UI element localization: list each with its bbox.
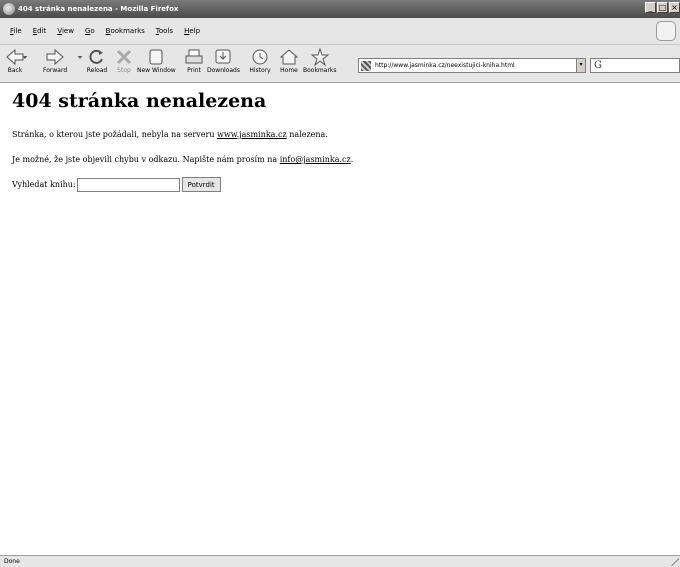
star-icon bbox=[310, 47, 330, 67]
printer-icon bbox=[185, 49, 203, 64]
close-button[interactable]: × bbox=[669, 2, 680, 13]
window-controls: _ □ × bbox=[645, 2, 680, 13]
menu-edit[interactable]: Edit bbox=[33, 27, 47, 35]
status-bar: Done bbox=[0, 555, 680, 567]
status-text: Done bbox=[4, 558, 20, 565]
menu-bookmarks[interactable]: Bookmarks bbox=[106, 27, 145, 35]
search-engine-box[interactable]: G bbox=[590, 58, 680, 73]
downloads-button[interactable]: Downloads bbox=[207, 47, 240, 74]
contact-message: Je možné, že jste objevili chybu v odkaz… bbox=[12, 155, 354, 164]
home-icon bbox=[279, 49, 299, 65]
clock-icon bbox=[252, 49, 268, 65]
submit-button[interactable]: Potvrdit bbox=[181, 177, 221, 192]
home-button[interactable]: Home bbox=[278, 47, 300, 74]
window-title: 404 stránka nenalezena - Mozilla Firefox bbox=[18, 5, 179, 13]
url-dropdown-button[interactable]: ▾ bbox=[576, 58, 586, 73]
site-favicon-icon bbox=[361, 60, 371, 71]
minimize-button[interactable]: _ bbox=[645, 2, 656, 13]
reload-icon bbox=[89, 49, 103, 64]
back-button[interactable]: Back bbox=[4, 47, 26, 74]
stop-button[interactable]: Stop bbox=[113, 47, 135, 74]
print-button[interactable]: Print bbox=[183, 47, 205, 74]
page-content: 404 stránka nenalezena Stránka, o kterou… bbox=[0, 84, 680, 555]
book-search-input[interactable] bbox=[76, 177, 180, 192]
not-found-message: Stránka, o kterou jste požádali, nebyla … bbox=[12, 130, 328, 139]
url-bar[interactable] bbox=[358, 58, 585, 73]
menu-help[interactable]: Help bbox=[184, 27, 200, 35]
reload-button[interactable]: Reload bbox=[86, 47, 108, 74]
new-window-icon bbox=[149, 49, 163, 65]
firefox-icon bbox=[3, 3, 15, 15]
url-input[interactable] bbox=[375, 62, 565, 69]
forward-arrow-icon bbox=[46, 48, 64, 66]
book-search-form: Vyhledat knihu: Potvrdit bbox=[12, 177, 221, 192]
page-title: 404 stránka nenalezena bbox=[12, 90, 267, 112]
email-link[interactable]: info@jasminka.cz bbox=[280, 155, 351, 164]
back-history-dropdown[interactable] bbox=[22, 55, 28, 60]
title-bar: 404 stránka nenalezena - Mozilla Firefox… bbox=[0, 0, 680, 18]
stop-icon bbox=[116, 49, 132, 65]
menu-tools[interactable]: Tools bbox=[156, 27, 173, 35]
bookmarks-button[interactable]: Bookmarks bbox=[303, 47, 337, 74]
chevron-down-icon bbox=[77, 56, 83, 59]
resize-grip[interactable] bbox=[671, 558, 679, 566]
search-label: Vyhledat knihu: bbox=[12, 180, 76, 189]
forward-button[interactable]: Forward bbox=[43, 47, 67, 74]
new-window-button[interactable]: New Window bbox=[137, 47, 176, 74]
downloads-icon bbox=[215, 49, 231, 64]
forward-history-dropdown[interactable] bbox=[77, 55, 83, 60]
menu-view[interactable]: View bbox=[57, 27, 74, 35]
menu-file[interactable]: File bbox=[10, 27, 22, 35]
history-button[interactable]: History bbox=[249, 47, 271, 74]
chevron-down-icon bbox=[22, 56, 28, 59]
site-link[interactable]: www.jasminka.cz bbox=[217, 130, 287, 139]
maximize-button[interactable]: □ bbox=[657, 2, 668, 13]
menu-bar: File Edit View Go Bookmarks Tools Help bbox=[0, 18, 680, 45]
throbber-icon bbox=[656, 21, 676, 41]
google-icon: G bbox=[594, 60, 602, 71]
menu-go[interactable]: Go bbox=[85, 27, 95, 35]
navigation-toolbar: Back Forward Reload Stop New Window Prin… bbox=[0, 45, 680, 83]
